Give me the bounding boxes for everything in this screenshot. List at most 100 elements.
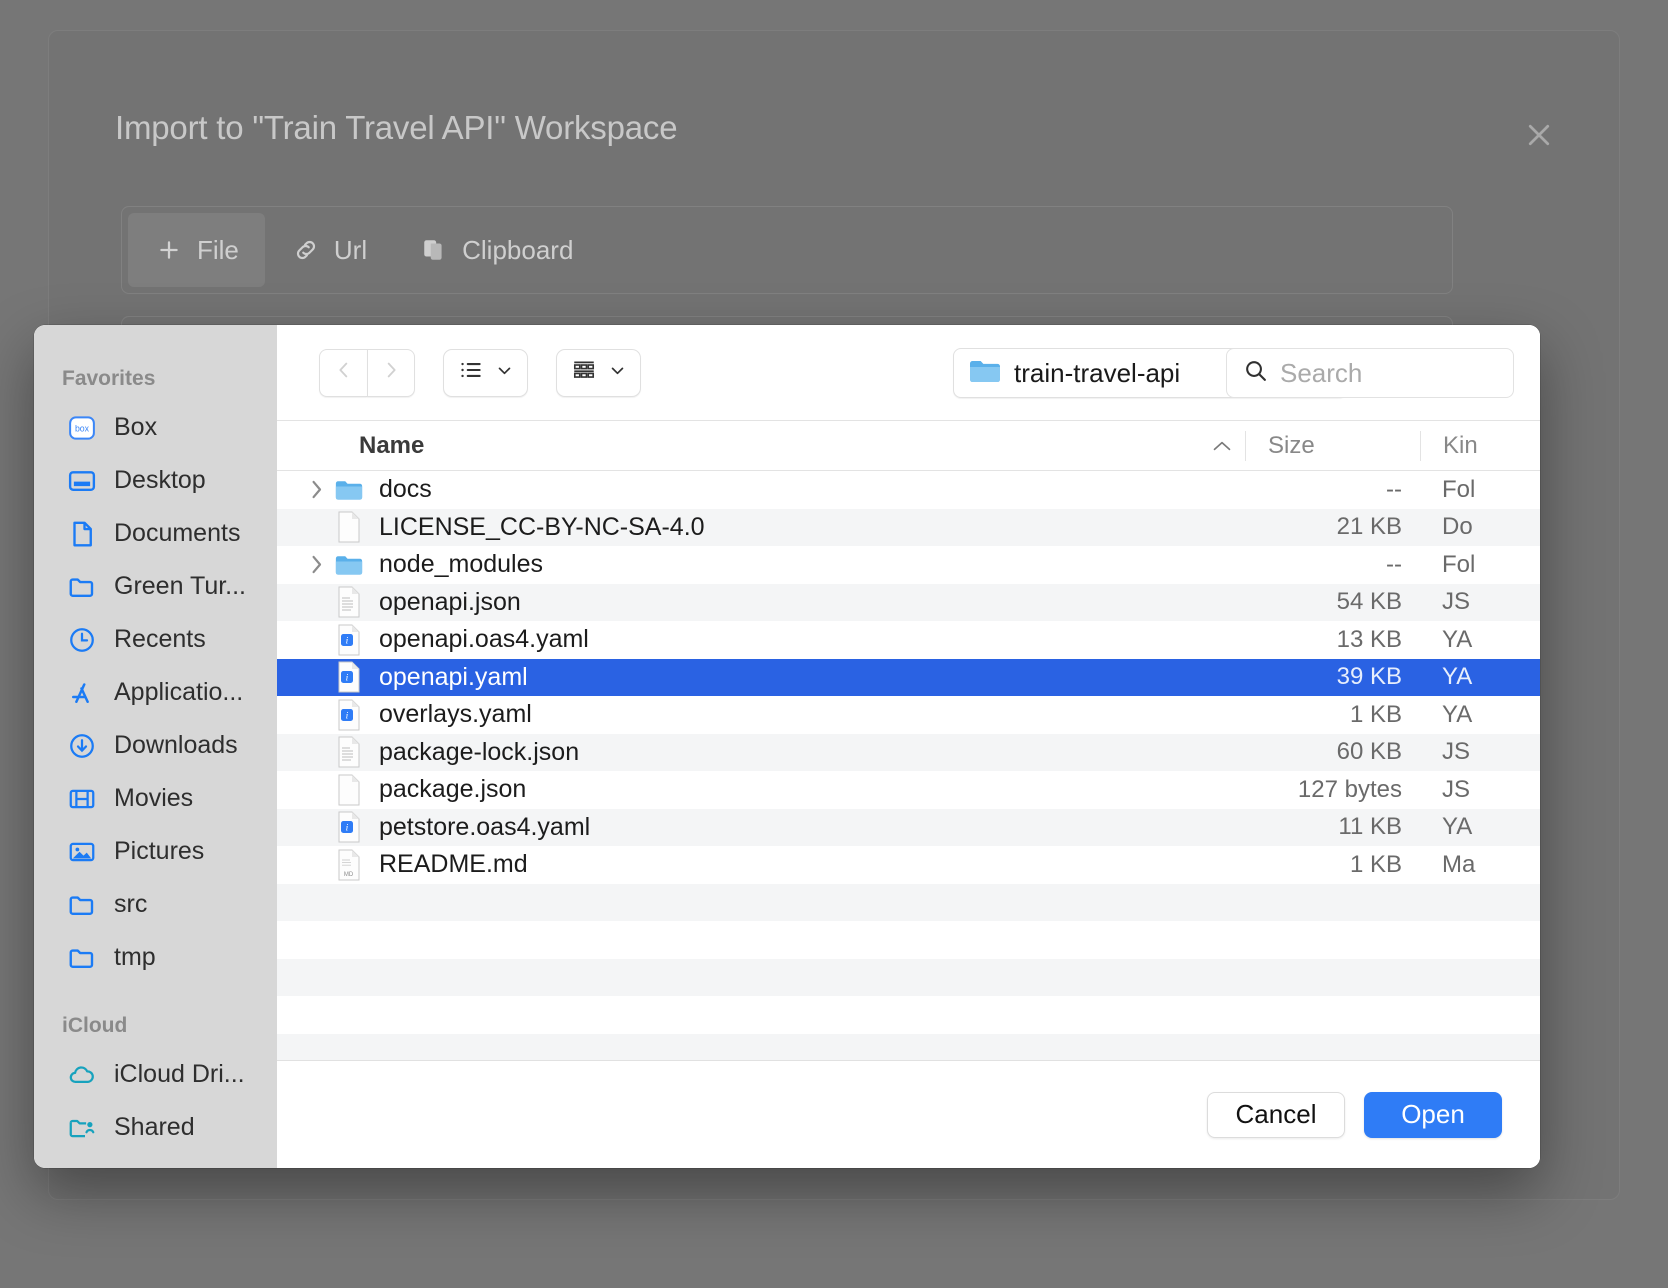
sidebar-item-applications[interactable]: Applicatio... (34, 666, 277, 719)
svg-text:i: i (346, 711, 349, 721)
clock-icon (66, 624, 98, 656)
file-size: 21 KB (1245, 513, 1420, 541)
picture-icon (66, 836, 98, 868)
sidebar-item-downloads[interactable]: Downloads (34, 719, 277, 772)
search-placeholder: Search (1280, 358, 1362, 389)
file-size: 11 KB (1245, 813, 1420, 841)
view-mode-button[interactable] (443, 349, 528, 397)
table-row[interactable]: package.json 127 bytes JS (277, 771, 1540, 809)
sidebar-item-icloud-drive[interactable]: iCloud Dri... (34, 1048, 277, 1101)
sidebar-item-src[interactable]: src (34, 878, 277, 931)
table-row[interactable]: package-lock.json 60 KB JS (277, 734, 1540, 772)
folder-icon (333, 474, 365, 506)
table-row[interactable]: i openapi.yaml 39 KB YA (277, 659, 1540, 697)
sidebar-item-recents[interactable]: Recents (34, 613, 277, 666)
link-icon (291, 235, 321, 265)
download-icon (66, 730, 98, 762)
folder-icon (66, 942, 98, 974)
plus-icon (154, 235, 184, 265)
table-row[interactable]: i openapi.oas4.yaml 13 KB YA (277, 621, 1540, 659)
sidebar-item-movies[interactable]: Movies (34, 772, 277, 825)
file-kind: YA (1420, 663, 1540, 691)
sidebar-item-label: Shared (114, 1113, 195, 1142)
back-button[interactable] (319, 349, 367, 397)
file-name: LICENSE_CC-BY-NC-SA-4.0 (379, 513, 1245, 542)
table-row[interactable]: openapi.json 54 KB JS (277, 584, 1540, 622)
file-name: openapi.oas4.yaml (379, 625, 1245, 654)
file-name: openapi.json (379, 588, 1245, 617)
file-kind: Fol (1420, 476, 1540, 504)
yaml-document-icon: i (333, 699, 365, 731)
sidebar-item-box[interactable]: box Box (34, 401, 277, 454)
group-by-button[interactable] (556, 349, 641, 397)
file-name: package.json (379, 775, 1245, 804)
file-kind: YA (1420, 813, 1540, 841)
file-name: node_modules (379, 550, 1245, 579)
file-kind: JS (1420, 776, 1540, 804)
sidebar-item-label: src (114, 890, 147, 919)
sidebar-item-documents[interactable]: Documents (34, 507, 277, 560)
tab-url[interactable]: Url (265, 213, 393, 287)
cloud-icon (66, 1059, 98, 1091)
file-name: overlays.yaml (379, 700, 1245, 729)
disclosure-chevron-icon[interactable] (299, 479, 333, 500)
open-button[interactable]: Open (1364, 1092, 1502, 1138)
sidebar-item-label: Pictures (114, 837, 204, 866)
file-name: package-lock.json (379, 738, 1245, 767)
chevron-down-icon (609, 362, 626, 384)
sidebar-item-label: Applicatio... (114, 678, 243, 707)
sidebar-item-label: Desktop (114, 466, 206, 495)
folder-icon (969, 358, 1001, 389)
nav-button-group (319, 349, 415, 397)
box-app-icon: box (66, 412, 98, 444)
file-size: -- (1245, 551, 1420, 579)
file-kind: YA (1420, 626, 1540, 654)
table-row[interactable]: MD README.md 1 KB Ma (277, 846, 1540, 884)
file-size: 39 KB (1245, 663, 1420, 691)
applications-icon (66, 677, 98, 709)
file-size: 1 KB (1245, 701, 1420, 729)
tab-clipboard[interactable]: Clipboard (393, 213, 599, 287)
file-size: 1 KB (1245, 851, 1420, 879)
table-row[interactable]: LICENSE_CC-BY-NC-SA-4.0 21 KB Do (277, 509, 1540, 547)
sidebar-item-green-tur[interactable]: Green Tur... (34, 560, 277, 613)
close-icon[interactable] (1517, 113, 1561, 157)
tab-file[interactable]: File (128, 213, 265, 287)
folder-icon (66, 889, 98, 921)
sidebar-item-label: Box (114, 413, 157, 442)
grid-group-icon (571, 357, 597, 388)
table-row[interactable]: node_modules -- Fol (277, 546, 1540, 584)
cancel-button[interactable]: Cancel (1207, 1092, 1345, 1138)
blank-document-icon (333, 774, 365, 806)
text-document-icon (333, 586, 365, 618)
forward-button[interactable] (367, 349, 415, 397)
sidebar-section-icloud-header: iCloud (34, 984, 277, 1048)
list-view-icon (458, 357, 484, 388)
sidebar-item-shared[interactable]: Shared (34, 1101, 277, 1154)
sidebar-item-label: Recents (114, 625, 206, 654)
search-input[interactable]: Search (1226, 348, 1514, 398)
table-row[interactable]: i petstore.oas4.yaml 11 KB YA (277, 809, 1540, 847)
file-kind: Fol (1420, 551, 1540, 579)
file-list[interactable]: docs -- Fol LICENSE_CC-BY-NC-SA-4.0 21 K… (277, 471, 1540, 1060)
tab-file-label: File (197, 235, 239, 266)
sidebar-item-label: Documents (114, 519, 240, 548)
file-kind: JS (1420, 588, 1540, 616)
sort-ascending-icon[interactable] (1199, 440, 1245, 452)
chevron-left-icon (333, 359, 355, 386)
column-header-name[interactable]: Name (277, 432, 1199, 460)
folder-icon (66, 571, 98, 603)
file-size: -- (1245, 476, 1420, 504)
table-row[interactable]: i overlays.yaml 1 KB YA (277, 696, 1540, 734)
path-popup-label: train-travel-api (1014, 358, 1180, 389)
disclosure-chevron-icon[interactable] (299, 554, 333, 575)
svg-text:MD: MD (344, 872, 354, 878)
sidebar-item-pictures[interactable]: Pictures (34, 825, 277, 878)
column-header-size[interactable]: Size (1245, 431, 1420, 461)
table-row[interactable]: docs -- Fol (277, 471, 1540, 509)
sidebar-item-desktop[interactable]: Desktop (34, 454, 277, 507)
yaml-document-icon: i (333, 661, 365, 693)
sidebar-item-label: Movies (114, 784, 193, 813)
column-header-kind[interactable]: Kin (1420, 431, 1540, 461)
sidebar-item-tmp[interactable]: tmp (34, 931, 277, 984)
